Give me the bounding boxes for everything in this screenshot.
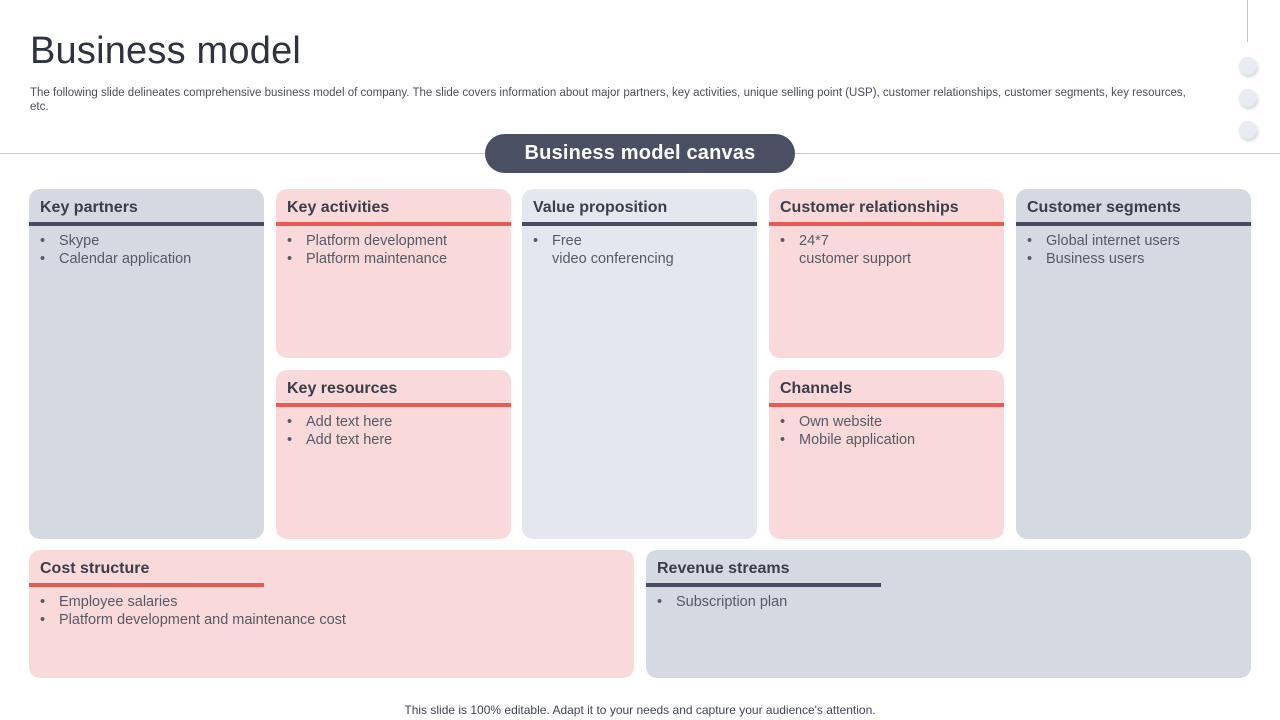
- card-title: Revenue streams: [657, 560, 790, 577]
- card-title: Value proposition: [533, 199, 668, 216]
- list-item: • Business users: [1027, 251, 1145, 267]
- customer-segments-card: Customer segments • Global internet users…: [1016, 189, 1251, 539]
- card-list: • Skype • Calendar application: [40, 232, 191, 268]
- list-item: • Platform development and maintenance co…: [40, 612, 346, 628]
- card-title: Customer relationships: [780, 199, 959, 216]
- card-underline: [276, 222, 511, 226]
- card-list: • Employee salaries • Platform development…: [40, 593, 346, 629]
- customer-relationships-card: Customer relationships • 24*7 customer sup…: [769, 189, 1004, 358]
- list-item: • Free video conferencing: [533, 233, 674, 267]
- card-underline: [769, 403, 1004, 407]
- card-underline: [646, 583, 881, 587]
- card-underline: [29, 222, 264, 226]
- list-item: • Add text here: [287, 414, 393, 430]
- card-underline: [1016, 222, 1251, 226]
- revenue-streams-card: Revenue streams • Subscription plan: [646, 550, 1251, 678]
- card-list: • Add text here • Add text here: [287, 413, 392, 449]
- card-list: • Global internet users • Business users: [1027, 232, 1180, 268]
- decorative-vertical-line: [1247, 0, 1248, 42]
- list-item: • Employee salaries: [40, 594, 178, 610]
- canvas-title-pill: Business model canvas: [485, 134, 795, 173]
- slide-title: Business model: [30, 30, 302, 72]
- list-item: • Calendar application: [40, 251, 192, 267]
- card-title: Key resources: [287, 380, 398, 397]
- slide-description: The following slide delineates comprehen…: [30, 87, 1186, 113]
- list-item: • Global internet users: [1027, 233, 1180, 249]
- decorative-dot: [1239, 121, 1257, 139]
- decorative-dot: [1239, 89, 1257, 107]
- list-item: • Skype: [40, 233, 100, 249]
- key-activities-card: Key activities • Platform development • Pl…: [276, 189, 511, 358]
- card-underline: [769, 222, 1004, 226]
- card-underline: [522, 222, 757, 226]
- list-item: • Platform maintenance: [287, 251, 448, 267]
- card-list: • Platform development • Platform maintena…: [287, 232, 447, 268]
- card-underline: [276, 403, 511, 407]
- list-item: • Subscription plan: [657, 594, 788, 610]
- list-item: • Mobile application: [780, 432, 916, 448]
- decorative-dot: [1239, 57, 1257, 75]
- key-resources-card: Key resources • Add text here • Add text h…: [276, 370, 511, 539]
- card-list: • 24*7 customer support: [780, 232, 911, 268]
- card-list: • Own website • Mobile application: [780, 413, 915, 449]
- key-partners-card: Key partners • Skype • Calendar applicatio…: [29, 189, 264, 539]
- card-title: Key partners: [40, 199, 138, 216]
- slide-footer: This slide is 100% editable. Adapt it to…: [404, 703, 876, 717]
- card-list: • Subscription plan: [657, 593, 787, 611]
- card-title: Cost structure: [40, 560, 150, 577]
- list-item: • Add text here: [287, 432, 393, 448]
- card-title: Customer segments: [1027, 199, 1181, 216]
- card-title: Key activities: [287, 199, 390, 216]
- cost-structure-card: Cost structure • Employee salaries • Platf…: [29, 550, 634, 678]
- list-item: • Own website: [780, 414, 883, 430]
- value-proposition-card: Value proposition • Free video conferencin…: [522, 189, 757, 539]
- card-underline: [29, 583, 264, 587]
- list-item: • Platform development: [287, 233, 448, 249]
- channels-card: Channels • Own website • Mobile applicatio…: [769, 370, 1004, 539]
- card-list: • Free video conferencing: [533, 232, 674, 268]
- card-title: Channels: [780, 380, 853, 397]
- list-item: • 24*7 customer support: [780, 233, 912, 267]
